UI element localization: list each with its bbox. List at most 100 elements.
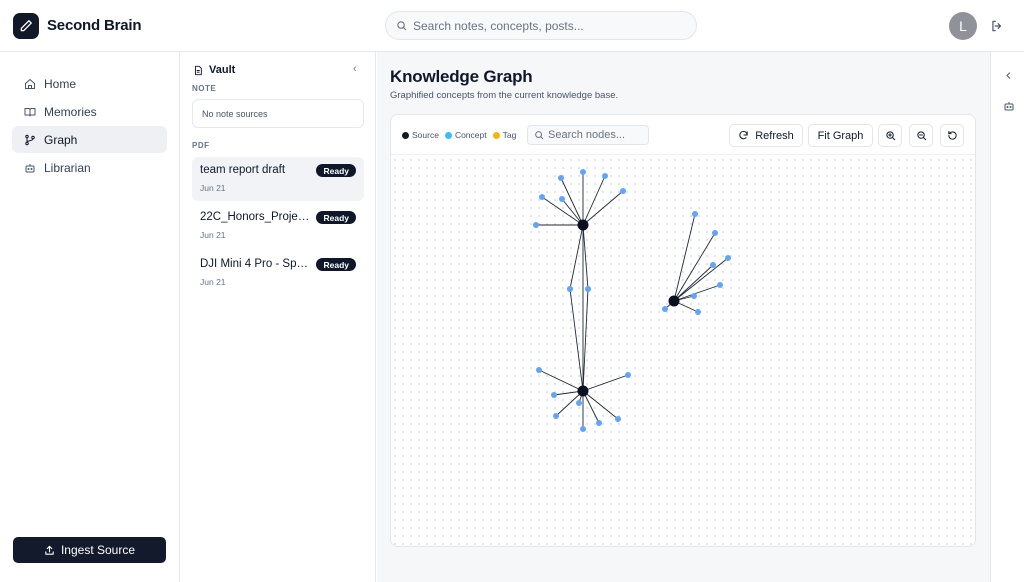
nav-item-label: Memories: [44, 104, 97, 119]
doc-name: team report draft: [200, 164, 286, 176]
nav-item-memories[interactable]: Memories: [12, 98, 167, 125]
bot-icon: [24, 162, 36, 174]
concept-node[interactable]: [539, 194, 545, 200]
refresh-icon: [738, 130, 749, 141]
chevron-left-icon[interactable]: ‹: [353, 63, 357, 75]
refresh-button[interactable]: Refresh: [729, 124, 803, 147]
vault-panel: Vault ‹ NOTE No note sources PDF team re…: [181, 52, 376, 582]
concept-node[interactable]: [580, 426, 586, 432]
graph-toolbar: Source Concept Tag Refresh Fit Graph: [391, 115, 975, 155]
concept-node[interactable]: [533, 222, 539, 228]
node-search-input[interactable]: [548, 129, 646, 141]
graph-edge: [673, 284, 721, 302]
graph-canvas[interactable]: [391, 156, 976, 547]
main-content: Knowledge Graph Graphified concepts from…: [377, 52, 990, 582]
note-empty-state: No note sources: [192, 99, 364, 128]
global-search-input[interactable]: [413, 18, 683, 33]
nav-item-label: Graph: [44, 132, 78, 147]
graph-edge: [569, 288, 584, 392]
legend-tag: Tag: [492, 130, 516, 140]
home-icon: [24, 78, 36, 90]
logout-icon[interactable]: [990, 19, 1004, 33]
concept-node[interactable]: [662, 306, 668, 312]
bot-icon[interactable]: [1002, 99, 1015, 112]
concept-node[interactable]: [615, 416, 621, 422]
vault-doc-item[interactable]: 22C_Honors_Project... Jun 21 Ready: [192, 204, 364, 248]
app-title: Second Brain: [47, 17, 142, 34]
concept-node[interactable]: [692, 211, 698, 217]
vault-doc-item[interactable]: DJI Mini 4 Pro - Specs Jun 21 Ready: [192, 251, 364, 295]
doc-name: DJI Mini 4 Pro - Specs: [200, 258, 310, 270]
vault-title: Vault: [209, 64, 236, 76]
nav-item-librarian[interactable]: Librarian: [12, 154, 167, 181]
concept-node[interactable]: [695, 309, 701, 315]
concept-node[interactable]: [553, 413, 559, 419]
concept-node[interactable]: [567, 286, 573, 292]
legend-concept: Concept: [444, 130, 487, 140]
fit-graph-button[interactable]: Fit Graph: [808, 124, 873, 147]
app-logo[interactable]: [13, 13, 39, 39]
graph-edge: [582, 175, 606, 226]
graph-edge: [582, 224, 589, 290]
status-badge: Ready: [316, 164, 356, 177]
zoom-in-icon: [885, 131, 895, 141]
concept-node[interactable]: [712, 230, 718, 236]
node-search[interactable]: [527, 125, 649, 145]
concept-node[interactable]: [725, 255, 731, 261]
page-title: Knowledge Graph: [390, 67, 533, 86]
upload-icon: [44, 545, 55, 556]
knowledge-graph[interactable]: [391, 156, 976, 547]
pdf-section-label: PDF: [192, 141, 210, 150]
concept-node[interactable]: [602, 173, 608, 179]
concept-node[interactable]: [580, 169, 586, 175]
nav-item-graph[interactable]: Graph: [12, 126, 167, 153]
concept-node[interactable]: [717, 282, 723, 288]
status-badge: Ready: [316, 258, 356, 271]
graph-edge: [582, 288, 589, 392]
zoom-in-button[interactable]: [878, 124, 902, 147]
nav-item-label: Home: [44, 76, 77, 91]
concept-node[interactable]: [585, 286, 591, 292]
concept-node[interactable]: [620, 188, 626, 194]
graph-edge: [673, 232, 716, 302]
graph-edge: [538, 369, 584, 392]
zoom-out-button[interactable]: [909, 124, 933, 147]
concept-node[interactable]: [551, 392, 557, 398]
concept-node[interactable]: [576, 400, 582, 406]
pen-icon: [20, 20, 32, 32]
concept-node[interactable]: [596, 420, 602, 426]
concept-node[interactable]: [710, 262, 716, 268]
doc-date: Jun 21: [200, 277, 226, 287]
source-node[interactable]: [668, 295, 680, 307]
nav-item-home[interactable]: Home: [12, 70, 167, 97]
concept-node[interactable]: [558, 175, 564, 181]
graph-edge: [673, 257, 729, 302]
avatar[interactable]: L: [949, 12, 977, 40]
reset-view-button[interactable]: [940, 124, 964, 147]
file-icon: [193, 65, 203, 76]
graph-edge: [582, 390, 619, 420]
left-nav: Home Memories Graph Librarian Ingest Sou…: [0, 52, 180, 582]
legend-source: Source: [402, 130, 439, 140]
status-badge: Ready: [316, 211, 356, 224]
doc-name: 22C_Honors_Project...: [200, 211, 310, 223]
source-node[interactable]: [577, 385, 589, 397]
search-icon: [397, 21, 407, 31]
top-bar: Second Brain L: [0, 0, 1024, 52]
ingest-source-button[interactable]: Ingest Source: [13, 537, 166, 563]
nav-item-label: Librarian: [44, 160, 91, 175]
graph-icon: [24, 134, 36, 146]
graph-edge: [582, 374, 629, 392]
concept-node[interactable]: [625, 372, 631, 378]
concept-node[interactable]: [691, 293, 697, 299]
graph-edge: [673, 213, 696, 302]
global-search[interactable]: [385, 11, 697, 40]
graph-edge: [582, 190, 624, 226]
concept-node[interactable]: [559, 196, 565, 202]
concept-node[interactable]: [536, 367, 542, 373]
chevron-left-icon[interactable]: [1002, 69, 1015, 82]
book-icon: [24, 106, 36, 118]
rotate-ccw-icon: [947, 130, 957, 140]
vault-doc-item[interactable]: team report draft Jun 21 Ready: [192, 157, 364, 201]
source-node[interactable]: [577, 219, 589, 231]
